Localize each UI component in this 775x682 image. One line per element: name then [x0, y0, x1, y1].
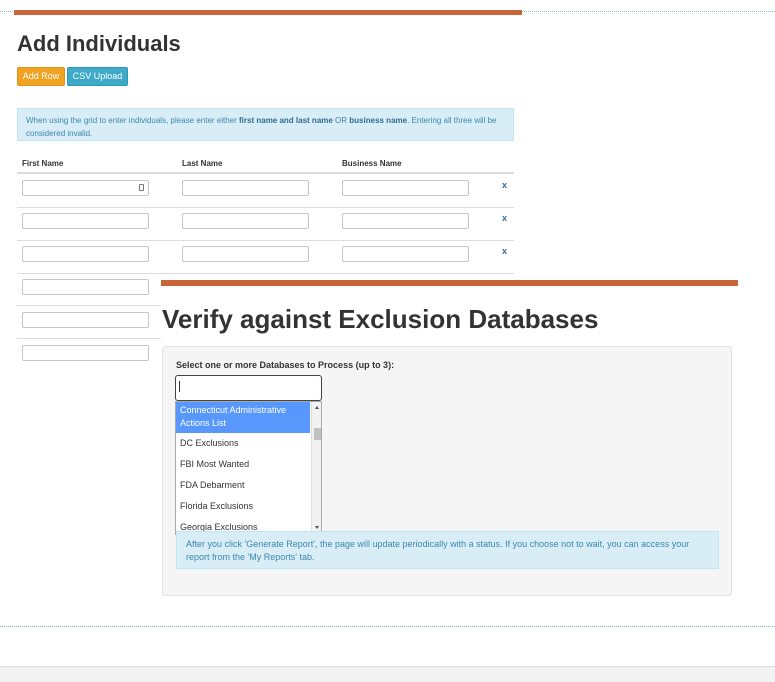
report-status-note: After you click 'Generate Report', the p… — [176, 531, 719, 569]
first-name-input[interactable] — [22, 246, 149, 262]
database-options-list[interactable]: Connecticut Administrative Actions List … — [175, 401, 322, 535]
text-cursor — [179, 381, 180, 392]
database-option[interactable]: Florida Exclusions — [176, 500, 310, 513]
csv-upload-button[interactable]: CSV Upload — [67, 67, 128, 86]
database-option[interactable]: Connecticut Administrative Actions List — [176, 402, 310, 433]
last-name-input[interactable] — [182, 246, 309, 262]
select-databases-label: Select one or more Databases to Process … — [176, 360, 395, 370]
section-accent-bar — [14, 10, 522, 15]
info-text-1: When using the grid to enter individuals… — [26, 116, 240, 125]
first-name-input[interactable] — [22, 180, 149, 196]
bottom-divider — [0, 626, 775, 627]
column-header-business-name: Business Name — [342, 159, 402, 168]
scroll-down-icon[interactable] — [315, 526, 319, 529]
delete-row-button[interactable]: x — [502, 246, 507, 256]
business-name-input[interactable] — [342, 213, 469, 229]
database-option[interactable]: FBI Most Wanted — [176, 458, 310, 471]
last-name-input[interactable] — [182, 180, 309, 196]
autofill-icon[interactable] — [139, 184, 144, 191]
scroll-thumb[interactable] — [314, 428, 321, 440]
first-name-input[interactable] — [22, 312, 149, 328]
info-bold-names: first name and last name — [239, 116, 333, 125]
add-row-button[interactable]: Add Row — [17, 67, 65, 86]
database-search-input[interactable] — [175, 375, 322, 401]
business-name-input[interactable] — [342, 246, 469, 262]
options-scrollbar[interactable] — [311, 402, 321, 534]
delete-row-button[interactable]: x — [502, 180, 507, 190]
verify-accent-bar — [161, 280, 738, 286]
column-header-last-name: Last Name — [182, 159, 223, 168]
database-option[interactable]: FDA Debarment — [176, 479, 310, 492]
database-option[interactable]: DC Exclusions — [176, 437, 310, 450]
column-header-first-name: First Name — [22, 159, 64, 168]
row-divider — [17, 338, 161, 339]
page-footer — [0, 666, 775, 682]
add-individuals-title: Add Individuals — [17, 31, 181, 56]
last-name-input[interactable] — [182, 213, 309, 229]
row-divider — [17, 207, 514, 208]
row-divider — [17, 240, 514, 241]
business-name-input[interactable] — [342, 180, 469, 196]
first-name-input[interactable] — [22, 213, 149, 229]
row-divider — [17, 305, 161, 306]
first-name-input[interactable] — [22, 345, 149, 361]
scroll-up-icon[interactable] — [315, 406, 319, 409]
info-bold-business: business name — [349, 116, 408, 125]
grid-instructions: When using the grid to enter individuals… — [17, 108, 514, 141]
verify-title: Verify against Exclusion Databases — [162, 304, 599, 334]
info-text-or: OR — [332, 116, 350, 125]
delete-row-button[interactable]: x — [502, 213, 507, 223]
first-name-input[interactable] — [22, 279, 149, 295]
table-header-divider — [17, 172, 514, 174]
